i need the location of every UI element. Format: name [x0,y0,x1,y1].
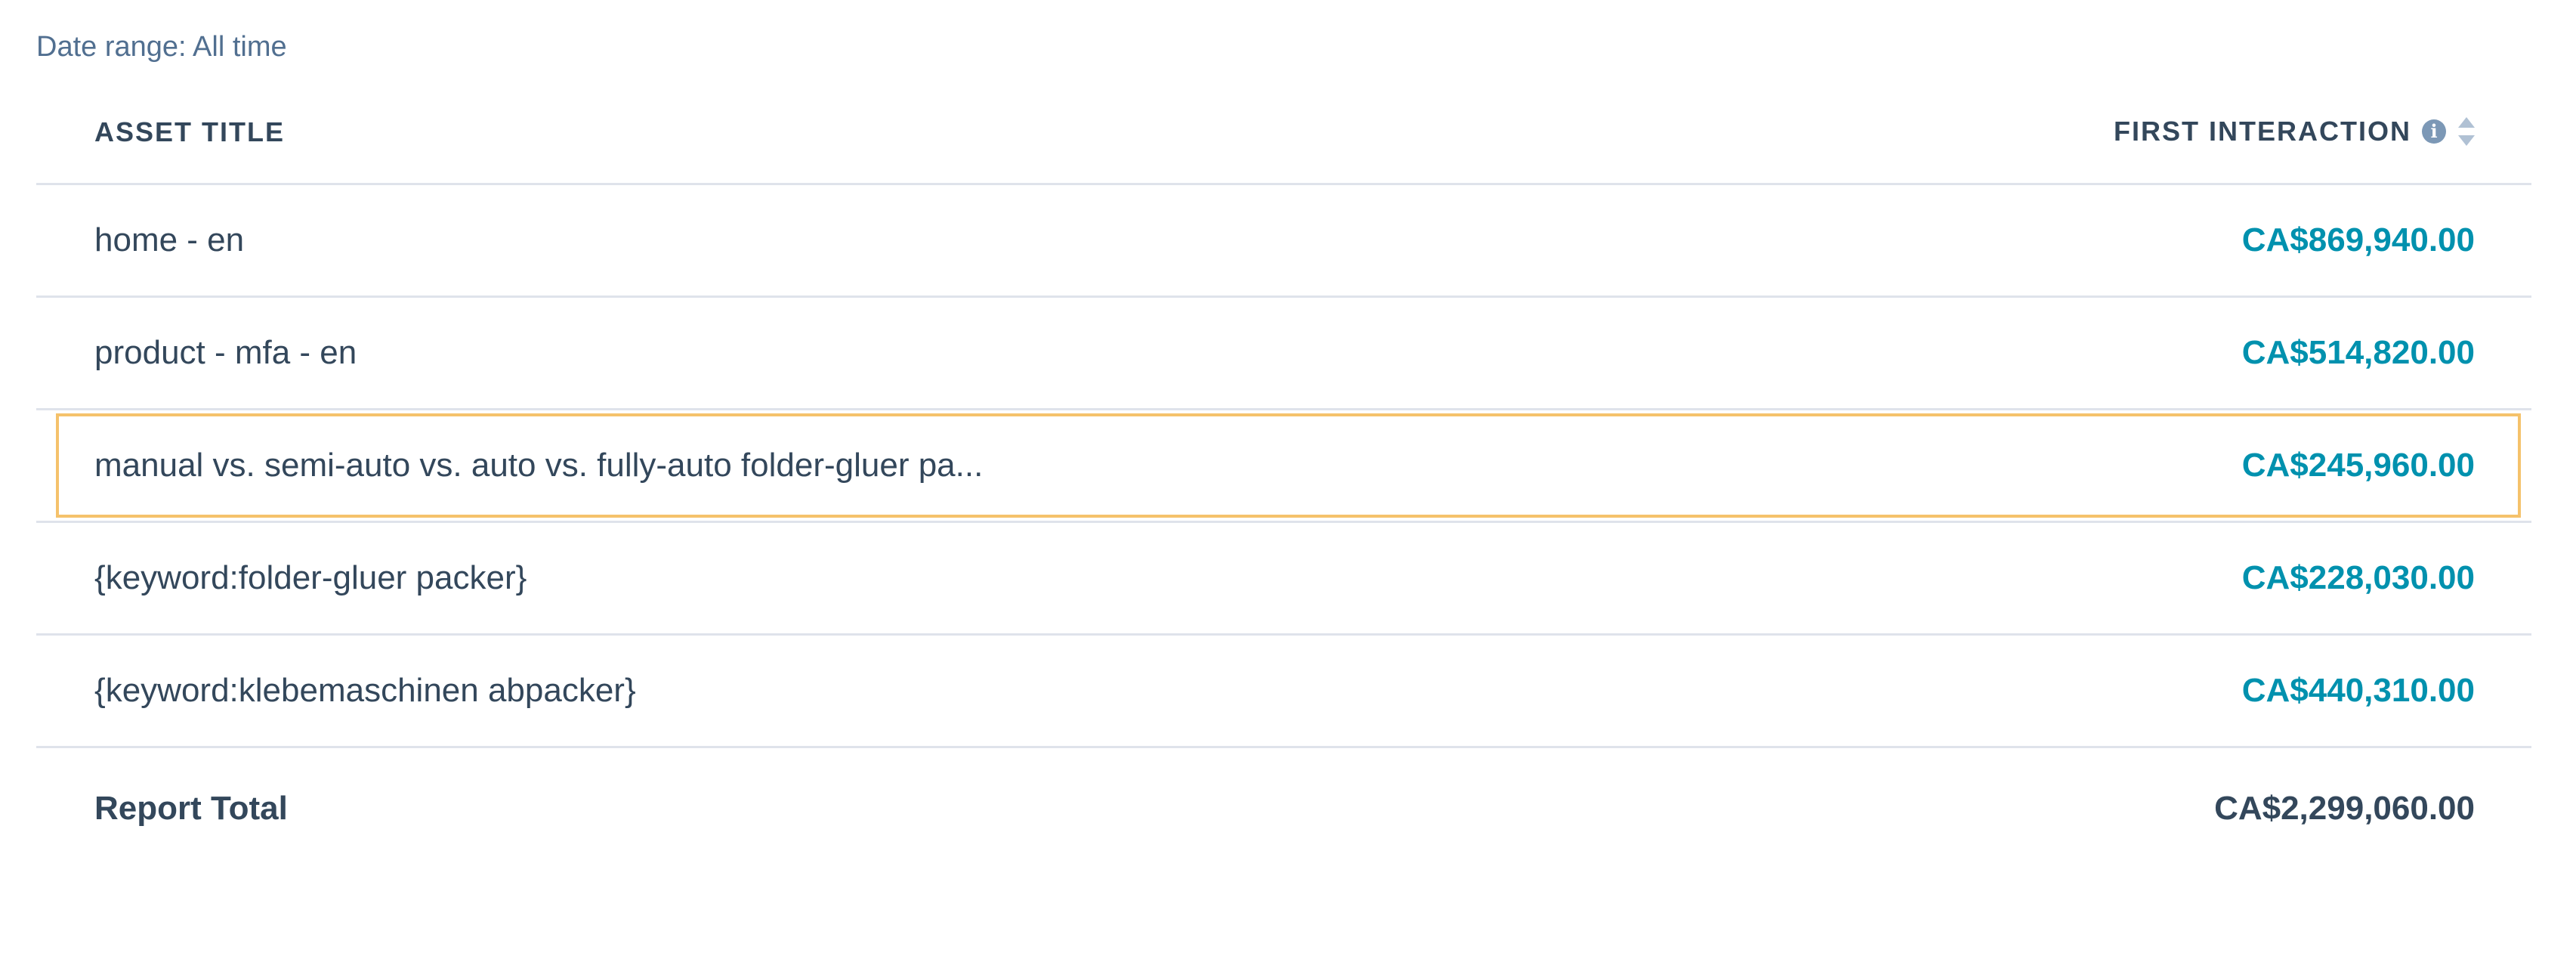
table-row: product - mfa - en CA$514,820.00 [36,298,2531,410]
date-range-label: Date range: All time [36,31,287,63]
info-icon[interactable]: i [2422,119,2446,144]
column-header-first-interaction-group[interactable]: FIRST INTERACTION i [2114,109,2475,154]
asset-title-cell: {keyword:folder-gluer packer} [94,559,527,596]
first-interaction-value-link[interactable]: CA$245,960.00 [2242,447,2475,484]
column-header-asset-title[interactable]: ASSET TITLE [94,116,285,148]
sort-up-icon [2458,117,2475,128]
report-total-row: Report Total CA$2,299,060.00 [36,748,2531,869]
first-interaction-value-link[interactable]: CA$514,820.00 [2242,334,2475,372]
first-interaction-value-link[interactable]: CA$869,940.00 [2242,221,2475,259]
report-table: ASSET TITLE FIRST INTERACTION i home - e… [36,95,2531,869]
report-total-value: CA$2,299,060.00 [2214,790,2475,827]
table-row: home - en CA$869,940.00 [36,185,2531,298]
asset-title-cell: home - en [94,221,245,258]
table-row: {keyword:klebemaschinen abpacker} CA$440… [36,636,2531,748]
asset-title-cell: manual vs. semi-auto vs. auto vs. fully-… [94,447,984,484]
asset-title-cell: product - mfa - en [94,334,357,371]
asset-title-cell: {keyword:klebemaschinen abpacker} [94,672,636,709]
table-row: {keyword:folder-gluer packer} CA$228,030… [36,523,2531,636]
first-interaction-value-link[interactable]: CA$228,030.00 [2242,559,2475,597]
report-total-label: Report Total [94,790,288,827]
table-header: ASSET TITLE FIRST INTERACTION i [36,95,2531,185]
first-interaction-value-link[interactable]: CA$440,310.00 [2242,672,2475,710]
column-header-first-interaction[interactable]: FIRST INTERACTION [2114,116,2411,147]
table-row-highlighted: manual vs. semi-auto vs. auto vs. fully-… [36,410,2531,523]
sort-down-icon [2458,135,2475,146]
sort-icon[interactable] [2458,113,2475,150]
